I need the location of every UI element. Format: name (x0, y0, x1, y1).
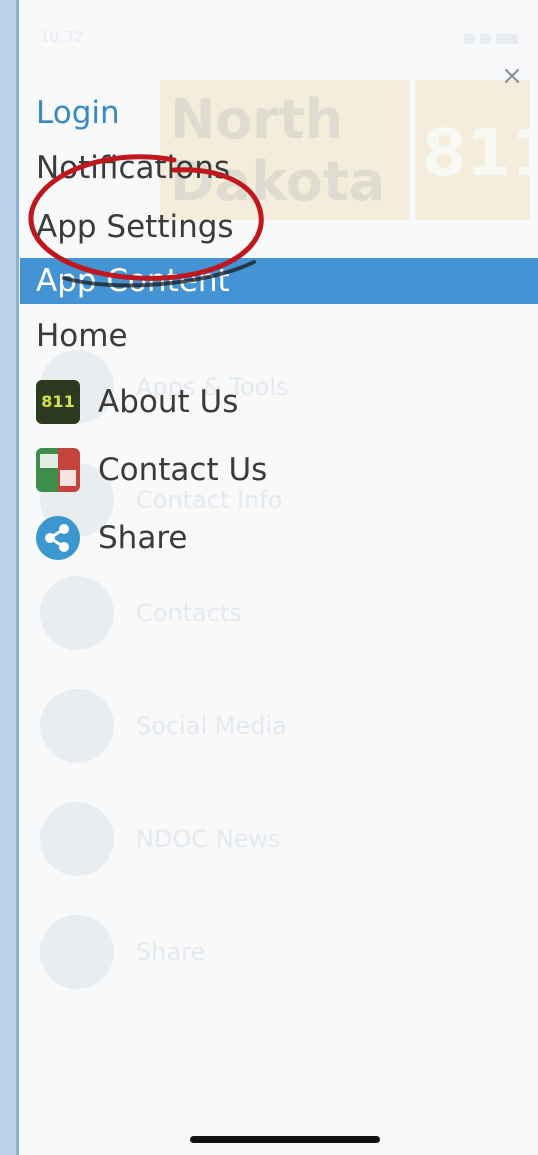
background-item: Social Media (40, 669, 520, 782)
menu-item-label: Home (36, 318, 128, 354)
background-item-icon (40, 575, 114, 650)
background-item-icon (40, 688, 114, 763)
background-item: Share (40, 895, 520, 1008)
background-item: Contacts (40, 556, 520, 669)
menu-item-about-us[interactable]: 811 About Us (20, 368, 538, 436)
home-indicator[interactable] (190, 1136, 380, 1143)
app-screen: 10:32 North Dakota 811 Apps & Tools Cont… (0, 0, 538, 1155)
background-item-icon (40, 914, 114, 989)
menu-item-label: Contact Us (98, 452, 268, 488)
background-item: NDOC News (40, 782, 520, 895)
menu-item-label: Notifications (36, 150, 231, 186)
status-time: 10:32 (40, 28, 84, 46)
signal-icon (464, 34, 474, 44)
status-bar: 10:32 (40, 28, 518, 50)
left-border-line (16, 0, 19, 1155)
menu-item-label: About Us (98, 384, 239, 420)
menu-item-notifications[interactable]: Notifications (20, 140, 538, 196)
menu-item-home[interactable]: Home (20, 304, 538, 368)
battery-icon (496, 34, 518, 44)
side-menu: Login Notifications App Settings App Con… (20, 86, 538, 572)
status-icons (464, 28, 518, 50)
menu-item-label: App Settings (36, 209, 234, 245)
menu-item-app-settings[interactable]: App Settings (20, 196, 538, 258)
menu-item-contact-us[interactable]: Contact Us (20, 436, 538, 504)
menu-item-login[interactable]: Login (20, 86, 538, 140)
section-header-label: App Content (36, 263, 230, 299)
menu-item-label: Share (98, 520, 188, 556)
background-item-label: Social Media (136, 711, 287, 740)
contact-card-icon (36, 448, 80, 492)
menu-item-share[interactable]: Share (20, 504, 538, 572)
background-item-label: Contacts (136, 598, 242, 627)
share-icon (36, 516, 80, 560)
background-item-label: NDOC News (136, 824, 281, 853)
left-border (0, 0, 16, 1155)
811-app-icon: 811 (36, 380, 80, 424)
menu-item-label: Login (36, 95, 120, 131)
section-header-app-content: App Content (20, 258, 538, 304)
background-item-icon (40, 801, 114, 876)
wifi-icon (480, 34, 490, 44)
background-item-label: Share (136, 937, 206, 966)
